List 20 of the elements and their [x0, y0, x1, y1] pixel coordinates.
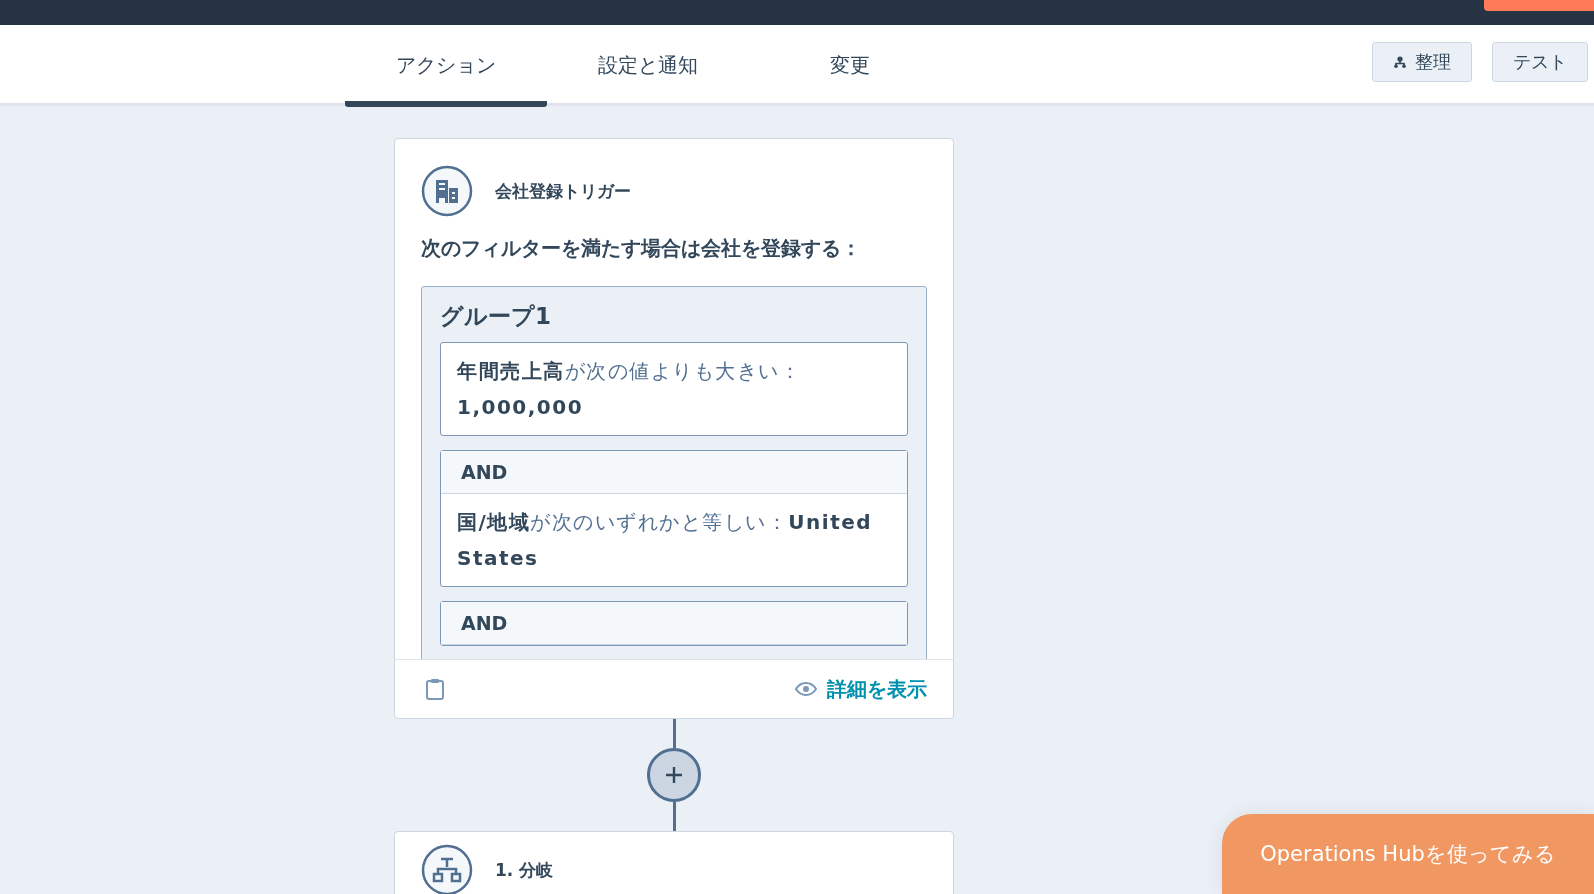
building-icon	[421, 165, 473, 217]
condition-text: 国/地域が次のいずれかと等しい：United States	[456, 509, 874, 572]
tab[interactable]: 設定と通知	[547, 25, 749, 107]
toolbar-button[interactable]: 整理	[1372, 42, 1472, 82]
card-title: 会社登録トリガー	[495, 179, 631, 203]
hierarchy-icon	[1393, 56, 1407, 68]
and-connector: AND	[441, 602, 907, 645]
clipboard-icon[interactable]	[425, 677, 445, 701]
tab[interactable]: アクション	[345, 25, 547, 107]
add-action-button[interactable]	[647, 748, 701, 802]
toolbar-button[interactable]: テスト	[1492, 42, 1588, 82]
plus-icon	[664, 765, 684, 785]
tab[interactable]: 変更	[749, 25, 951, 107]
condition-text: 年間売上高が次の値よりも大きい：1,000,000	[455, 358, 802, 421]
trigger-description: 次のフィルターを満たす場合は会社を登録する：	[421, 235, 862, 262]
card-title: 1. 分岐	[495, 858, 554, 882]
eye-icon	[795, 682, 817, 696]
view-details-link[interactable]: 詳細を表示	[795, 675, 927, 703]
and-connector: AND	[441, 451, 907, 494]
group-title: グループ1	[440, 302, 552, 331]
